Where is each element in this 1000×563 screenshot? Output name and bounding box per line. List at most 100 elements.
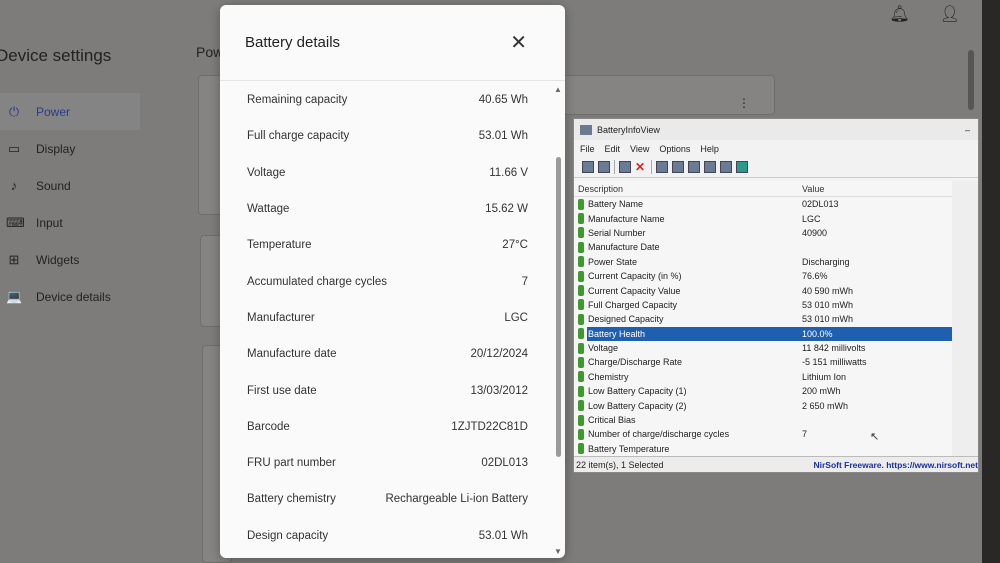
list-item[interactable]: Chemistry Lithium Ion (574, 370, 952, 384)
detail-row: Temperature 27°C (220, 227, 565, 263)
menu-options[interactable]: Options (659, 144, 690, 154)
find-icon[interactable] (720, 161, 732, 173)
sidebar-item-power[interactable]: ⏻ Power (0, 93, 140, 130)
list-item[interactable]: Battery Health 100.0% (574, 326, 952, 341)
item-description: Critical Bias (588, 415, 636, 426)
detail-value: Rechargeable Li-ion Battery (385, 493, 528, 506)
battery-icon (578, 256, 584, 268)
scroll-down-icon[interactable]: ▼ (554, 547, 562, 556)
view-icon[interactable] (582, 161, 594, 173)
detail-value: 02DL013 (481, 457, 528, 470)
item-description: Designed Capacity (588, 314, 664, 325)
list-item[interactable]: Number of charge/discharge cycles 7 (574, 427, 952, 441)
list-item[interactable]: Battery Temperature (574, 442, 952, 456)
item-description: Chemistry (588, 371, 629, 382)
more-options-icon[interactable]: ⋮ (738, 96, 750, 110)
battery-icon (578, 270, 584, 282)
page-scrollbar[interactable] (968, 50, 974, 110)
detail-value: 53.01 Wh (478, 529, 528, 542)
top-icons: 🔔︎ 👤︎ (889, 4, 960, 24)
list-item[interactable]: Battery Name 02DL013 (574, 197, 952, 211)
battery-icon (578, 342, 584, 354)
batteryinfoview-window: BatteryInfoView – File Edit View Options Hel… (573, 118, 979, 473)
delete-icon[interactable]: ✕ (635, 161, 647, 173)
detail-label: FRU part number (247, 457, 336, 470)
item-description: Charge/Discharge Rate (588, 357, 683, 368)
close-icon[interactable]: ✕ (510, 30, 527, 55)
toolbar: ✕ (574, 157, 978, 178)
item-value: 40 590 mWh (802, 285, 854, 296)
detail-row: Barcode 1ZJTD22C81D (220, 409, 565, 445)
list-item[interactable]: Current Capacity (in %) 76.6% (574, 269, 952, 283)
bell-icon[interactable]: 🔔︎ (889, 4, 909, 24)
account-icon[interactable]: 👤︎ (940, 4, 960, 24)
battery-icon (578, 213, 584, 225)
battery-icon (578, 313, 584, 325)
battery-icon (578, 428, 584, 440)
display-icon: ▭ (7, 140, 21, 156)
detail-row: Design capacity 53.01 Wh (220, 518, 565, 554)
list-item[interactable]: Full Charged Capacity 53 010 mWh (574, 298, 952, 312)
list-item[interactable]: Manufacture Date (574, 240, 952, 254)
detail-row: Wattage 15.62 W (220, 191, 565, 227)
list-scrollbar[interactable] (952, 181, 978, 456)
detail-label: Barcode (247, 420, 290, 433)
copy-icon[interactable] (688, 161, 700, 173)
detail-label: Manufacture date (247, 348, 337, 361)
properties-icon[interactable] (704, 161, 716, 173)
list-item[interactable]: Serial Number 40900 (574, 226, 952, 240)
sidebar-item-device-details[interactable]: 💻 Device details (0, 278, 140, 315)
column-value[interactable]: Value (802, 184, 824, 194)
menu-edit[interactable]: Edit (605, 144, 621, 154)
dialog-scrollbar[interactable]: ▲ ▼ (554, 85, 562, 556)
menu-view[interactable]: View (630, 144, 649, 154)
sidebar-item-widgets[interactable]: ⊞ Widgets (0, 241, 140, 278)
item-description: Battery Health (588, 328, 646, 339)
menu-help[interactable]: Help (700, 144, 719, 154)
list-item[interactable]: Critical Bias (574, 413, 952, 427)
sidebar-item-label: Display (36, 141, 76, 156)
minimize-button[interactable]: – (965, 125, 970, 135)
app-icon (580, 124, 592, 135)
battery-icon (578, 285, 584, 297)
detail-value: 20/12/2024 (470, 348, 528, 361)
clipboard-icon[interactable] (598, 161, 610, 173)
detail-value: 27°C (502, 239, 528, 252)
scroll-up-icon[interactable]: ▲ (554, 85, 562, 94)
battery-details-dialog: Battery details ✕ Remaining capacity 40.6… (220, 5, 565, 558)
list-item[interactable]: Low Battery Capacity (1) 200 mWh (574, 384, 952, 398)
sidebar-item-sound[interactable]: ♪ Sound (0, 167, 140, 204)
detail-row: Remaining capacity 40.65 Wh (220, 82, 565, 118)
sidebar-item-input[interactable]: ⌨ Input (0, 204, 140, 241)
menu-file[interactable]: File (580, 144, 595, 154)
column-description[interactable]: Description (574, 184, 802, 194)
screen-bezel (982, 0, 1000, 563)
list-item[interactable]: Current Capacity Value 40 590 mWh (574, 283, 952, 297)
item-description: Power State (588, 256, 638, 267)
save-icon[interactable] (656, 161, 668, 173)
list-item[interactable]: Power State Discharging (574, 255, 952, 269)
scrollbar-thumb[interactable] (556, 157, 561, 457)
window-title: BatteryInfoView (597, 124, 660, 135)
battery-icon (578, 299, 584, 311)
item-value: 2 650 mWh (802, 400, 849, 411)
detail-label: Accumulated charge cycles (247, 275, 387, 288)
detail-label: First use date (247, 384, 317, 397)
battery-icon (578, 241, 584, 253)
window-icon[interactable] (619, 161, 631, 173)
list-item[interactable]: Voltage 11 842 millivolts (574, 341, 952, 355)
laptop-icon: 💻 (6, 288, 23, 304)
exit-icon[interactable] (736, 161, 748, 173)
list-item[interactable]: Designed Capacity 53 010 mWh (574, 312, 952, 326)
item-value: 100.0% (802, 328, 952, 339)
toolbar-separator (651, 160, 652, 174)
detail-label: Manufacturer (247, 311, 315, 324)
sidebar-item-display[interactable]: ▭ Display (0, 130, 140, 167)
detail-row: Manufacturer LGC (220, 300, 565, 336)
sidebar-item-label: Input (36, 215, 63, 230)
refresh-icon[interactable] (672, 161, 684, 173)
list-item[interactable]: Charge/Discharge Rate -5 151 milliwatts (574, 355, 952, 369)
list-item[interactable]: Manufacture Name LGC (574, 211, 952, 225)
nirsoft-link[interactable]: NirSoft Freeware. https://www.nirsoft.ne… (813, 460, 978, 470)
list-item[interactable]: Low Battery Capacity (2) 2 650 mWh (574, 398, 952, 412)
